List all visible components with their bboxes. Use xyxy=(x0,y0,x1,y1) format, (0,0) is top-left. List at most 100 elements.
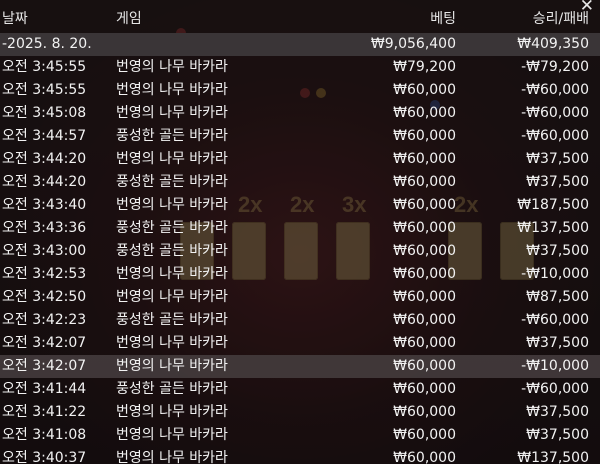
row-result: ₩37,500 xyxy=(526,427,589,443)
row-bet: ₩60,000 xyxy=(393,197,456,213)
row-result: -₩60,000 xyxy=(521,105,589,121)
row-bet: ₩60,000 xyxy=(393,404,456,420)
row-time: 오전 3:41:22 xyxy=(2,404,87,420)
row-bet: ₩60,000 xyxy=(393,174,456,190)
row-game: 번영의 나무 바카라 xyxy=(116,59,228,75)
row-bet: ₩60,000 xyxy=(393,151,456,167)
row-time: 오전 3:45:08 xyxy=(2,105,87,121)
table-row[interactable]: 오전 3:45:08 번영의 나무 바카라 ₩60,000 -₩60,000 xyxy=(0,102,600,125)
row-result: -₩60,000 xyxy=(521,82,589,98)
row-result: -₩60,000 xyxy=(521,381,589,397)
row-result: ₩37,500 xyxy=(526,174,589,190)
row-time: 오전 3:45:55 xyxy=(2,59,87,75)
date-summary-row[interactable]: -2025. 8. 20. ₩9,056,400 ₩409,350 xyxy=(0,33,600,56)
row-game: 풍성한 골든 바카라 xyxy=(116,174,228,190)
row-game: 번영의 나무 바카라 xyxy=(116,450,228,464)
table-header: 날짜 게임 베팅 승리/패배 xyxy=(0,8,600,31)
row-game: 번영의 나무 바카라 xyxy=(116,335,228,351)
row-result: ₩37,500 xyxy=(526,335,589,351)
row-game: 번영의 나무 바카라 xyxy=(116,358,228,374)
row-time: 오전 3:41:44 xyxy=(2,381,87,397)
row-result: -₩10,000 xyxy=(521,358,589,374)
row-bet: ₩60,000 xyxy=(393,105,456,121)
table-row[interactable]: 오전 3:42:50 번영의 나무 바카라 ₩60,000 ₩87,500 xyxy=(0,286,600,309)
table-row[interactable]: 오전 3:44:20 번영의 나무 바카라 ₩60,000 ₩37,500 xyxy=(0,148,600,171)
row-game: 번영의 나무 바카라 xyxy=(116,151,228,167)
row-bet: ₩60,000 xyxy=(393,266,456,282)
table-row[interactable]: 오전 3:43:36 풍성한 골든 바카라 ₩60,000 ₩137,500 xyxy=(0,217,600,240)
table-row[interactable]: 오전 3:45:55 번영의 나무 바카라 ₩60,000 -₩60,000 xyxy=(0,79,600,102)
row-game: 번영의 나무 바카라 xyxy=(116,427,228,443)
column-header-win-loss: 승리/패배 xyxy=(532,11,589,27)
table-row[interactable]: 오전 3:42:23 풍성한 골든 바카라 ₩60,000 -₩60,000 xyxy=(0,309,600,332)
row-bet: ₩60,000 xyxy=(393,427,456,443)
row-time: 오전 3:43:40 xyxy=(2,197,87,213)
row-result: ₩37,500 xyxy=(526,404,589,420)
row-bet: ₩60,000 xyxy=(393,220,456,236)
table-row[interactable]: 오전 3:41:44 풍성한 골든 바카라 ₩60,000 -₩60,000 xyxy=(0,378,600,401)
table-row[interactable]: 오전 3:43:00 풍성한 골든 바카라 ₩60,000 ₩37,500 xyxy=(0,240,600,263)
column-header-bet: 베팅 xyxy=(430,11,456,27)
row-time: 오전 3:41:08 xyxy=(2,427,87,443)
row-game: 풍성한 골든 바카라 xyxy=(116,128,228,144)
row-game: 풍성한 골든 바카라 xyxy=(116,220,228,236)
row-bet: ₩60,000 xyxy=(393,450,456,464)
table-row[interactable]: 오전 3:42:07 번영의 나무 바카라 ₩60,000 ₩37,500 xyxy=(0,332,600,355)
row-time: 오전 3:43:36 xyxy=(2,220,87,236)
row-time: 오전 3:45:55 xyxy=(2,82,87,98)
bet-history-window: 2x 2x 3x 2x ✕ 날짜 게임 베팅 승리/패배 -2025. 8. 2… xyxy=(0,0,600,464)
table-row[interactable]: 오전 3:43:40 번영의 나무 바카라 ₩60,000 ₩187,500 xyxy=(0,194,600,217)
table-row[interactable]: 오전 3:41:22 번영의 나무 바카라 ₩60,000 ₩37,500 xyxy=(0,401,600,424)
row-result: ₩137,500 xyxy=(517,220,589,236)
row-time: 오전 3:44:57 xyxy=(2,128,87,144)
row-result: ₩137,500 xyxy=(517,450,589,464)
row-bet: ₩60,000 xyxy=(393,243,456,259)
row-game: 번영의 나무 바카라 xyxy=(116,105,228,121)
row-bet: ₩60,000 xyxy=(393,289,456,305)
row-bet: ₩60,000 xyxy=(393,358,456,374)
row-result: ₩37,500 xyxy=(526,151,589,167)
row-result: ₩87,500 xyxy=(526,289,589,305)
summary-date: -2025. 8. 20. xyxy=(2,36,92,52)
row-time: 오전 3:42:07 xyxy=(2,358,87,374)
row-game: 번영의 나무 바카라 xyxy=(116,82,228,98)
table-row[interactable]: 오전 3:41:08 번영의 나무 바카라 ₩60,000 ₩37,500 xyxy=(0,424,600,447)
summary-win-loss: ₩409,350 xyxy=(517,36,589,52)
row-result: ₩37,500 xyxy=(526,243,589,259)
row-time: 오전 3:42:23 xyxy=(2,312,87,328)
row-result: -₩79,200 xyxy=(521,59,589,75)
row-bet: ₩60,000 xyxy=(393,312,456,328)
table-row[interactable]: 오전 3:42:53 번영의 나무 바카라 ₩60,000 -₩10,000 xyxy=(0,263,600,286)
row-game: 번영의 나무 바카라 xyxy=(116,289,228,305)
row-game: 번영의 나무 바카라 xyxy=(116,197,228,213)
table-row[interactable]: 오전 3:44:20 풍성한 골든 바카라 ₩60,000 ₩37,500 xyxy=(0,171,600,194)
row-bet: ₩60,000 xyxy=(393,335,456,351)
row-game: 번영의 나무 바카라 xyxy=(116,404,228,420)
row-result: ₩187,500 xyxy=(517,197,589,213)
table-row[interactable]: 오전 3:40:37 번영의 나무 바카라 ₩60,000 ₩137,500 xyxy=(0,447,600,464)
table-row[interactable]: 오전 3:44:57 풍성한 골든 바카라 ₩60,000 -₩60,000 xyxy=(0,125,600,148)
row-bet: ₩60,000 xyxy=(393,381,456,397)
row-result: -₩60,000 xyxy=(521,312,589,328)
row-game: 풍성한 골든 바카라 xyxy=(116,381,228,397)
row-game: 풍성한 골든 바카라 xyxy=(116,243,228,259)
table-row[interactable]: 오전 3:45:55 번영의 나무 바카라 ₩79,200 -₩79,200 xyxy=(0,56,600,79)
row-time: 오전 3:43:00 xyxy=(2,243,87,259)
row-time: 오전 3:44:20 xyxy=(2,151,87,167)
row-result: -₩10,000 xyxy=(521,266,589,282)
row-game: 번영의 나무 바카라 xyxy=(116,266,228,282)
row-time: 오전 3:40:37 xyxy=(2,450,87,464)
row-result: -₩60,000 xyxy=(521,128,589,144)
row-time: 오전 3:44:20 xyxy=(2,174,87,190)
row-time: 오전 3:42:07 xyxy=(2,335,87,351)
row-time: 오전 3:42:53 xyxy=(2,266,87,282)
row-bet: ₩60,000 xyxy=(393,82,456,98)
row-time: 오전 3:42:50 xyxy=(2,289,87,305)
row-bet: ₩60,000 xyxy=(393,128,456,144)
history-table: 날짜 게임 베팅 승리/패배 -2025. 8. 20. ₩9,056,400 … xyxy=(0,0,600,464)
row-game: 풍성한 골든 바카라 xyxy=(116,312,228,328)
summary-bet: ₩9,056,400 xyxy=(370,36,456,52)
table-row[interactable]: 오전 3:42:07 번영의 나무 바카라 ₩60,000 -₩10,000 xyxy=(0,355,600,378)
column-header-date: 날짜 xyxy=(2,11,28,27)
column-header-game: 게임 xyxy=(116,11,142,27)
